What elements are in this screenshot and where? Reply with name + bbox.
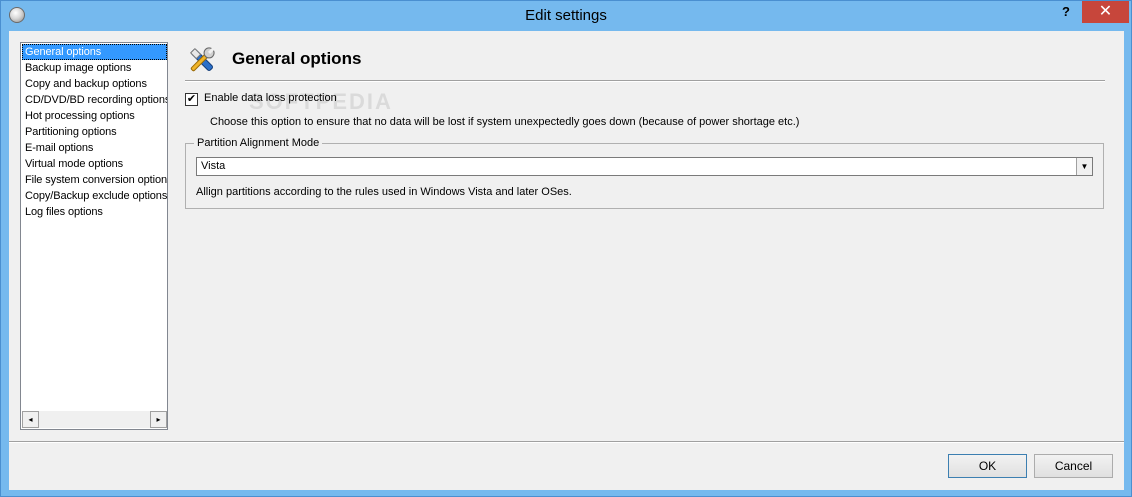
cancel-button[interactable]: Cancel [1034, 454, 1113, 478]
scroll-thumb[interactable] [40, 412, 147, 427]
nav-item-hot-processing-options[interactable]: Hot processing options [22, 108, 167, 124]
nav-item-log-files-options[interactable]: Log files options [22, 204, 167, 220]
partition-alignment-description: Allign partitions according to the rules… [196, 186, 572, 198]
nav-item-copy-and-backup-options[interactable]: Copy and backup options [22, 76, 167, 92]
dialog-client-area: General options Backup image options Cop… [9, 31, 1124, 490]
options-category-list[interactable]: General options Backup image options Cop… [20, 42, 168, 430]
partition-alignment-select[interactable]: Vista ▼ [196, 157, 1093, 176]
header-divider [185, 80, 1105, 82]
nav-item-exclude-options[interactable]: Copy/Backup exclude options [22, 188, 167, 204]
data-loss-protection-label[interactable]: Enable data loss protection [204, 92, 337, 104]
chevron-down-icon[interactable]: ▼ [1076, 158, 1092, 175]
edit-settings-window: Edit settings ? ✕ General options Backup… [0, 0, 1132, 497]
partition-alignment-legend: Partition Alignment Mode [194, 137, 323, 149]
data-loss-protection-checkbox[interactable]: ✔ [185, 93, 198, 106]
tools-icon [189, 47, 215, 72]
nav-item-backup-image-options[interactable]: Backup image options [22, 60, 167, 76]
nav-item-virtual-mode-options[interactable]: Virtual mode options [22, 156, 167, 172]
partition-alignment-group [185, 143, 1104, 209]
data-loss-protection-description: Choose this option to ensure that no dat… [210, 116, 800, 128]
scroll-left-arrow-icon[interactable]: ◂ [22, 411, 39, 428]
nav-item-partitioning-options[interactable]: Partitioning options [22, 124, 167, 140]
nav-item-file-system-conversion-options[interactable]: File system conversion options [22, 172, 167, 188]
partition-alignment-value: Vista [201, 160, 226, 172]
ok-button[interactable]: OK [948, 454, 1027, 478]
nav-item-email-options[interactable]: E-mail options [22, 140, 167, 156]
window-title: Edit settings [525, 7, 607, 24]
scroll-right-arrow-icon[interactable]: ▸ [150, 411, 167, 428]
close-button[interactable]: ✕ [1082, 1, 1129, 23]
footer-divider [9, 441, 1124, 443]
options-category-items: General options Backup image options Cop… [22, 44, 167, 412]
horizontal-scrollbar[interactable]: ◂ ▸ [22, 411, 167, 428]
page-title: General options [232, 49, 362, 68]
title-bar[interactable]: Edit settings ? ✕ [1, 1, 1131, 31]
nav-item-general-options[interactable]: General options [22, 44, 167, 60]
nav-item-recording-options[interactable]: CD/DVD/BD recording options [22, 92, 167, 108]
help-button[interactable]: ? [1051, 1, 1081, 23]
